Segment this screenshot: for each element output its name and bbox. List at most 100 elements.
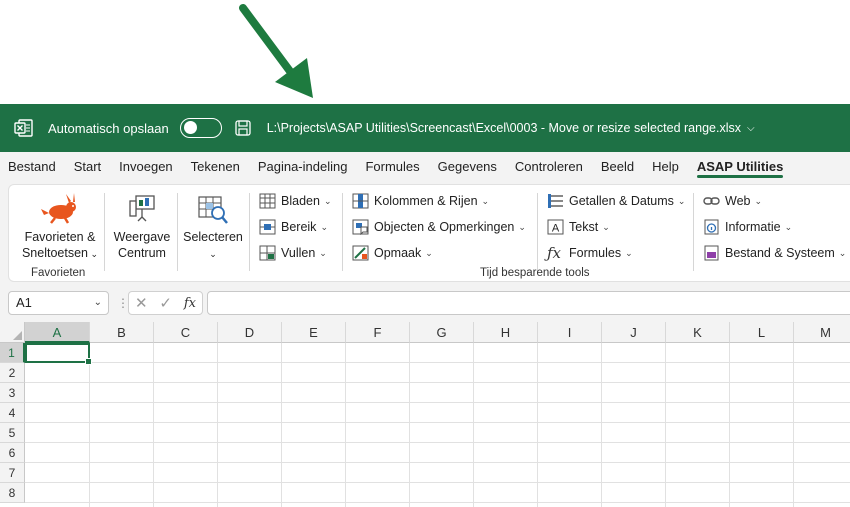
- numbers-dates-icon: [548, 194, 563, 208]
- column-header[interactable]: C: [154, 322, 218, 343]
- chevron-down-icon: ⌄: [838, 247, 847, 258]
- favorieten-sneltoetsen-button[interactable]: Favorieten & Sneltoetsen ⌄: [13, 193, 107, 262]
- file-path-dropdown[interactable]: L:\Projects\ASAP Utilities\Screencast\Ex…: [267, 121, 755, 135]
- grid-row-line: [25, 422, 850, 423]
- informatie-button[interactable]: Informatie ⌄: [703, 219, 792, 235]
- chevron-down-icon: ⌄: [602, 221, 610, 232]
- formules-button[interactable]: ƒx Formules ⌄: [547, 245, 633, 261]
- informatie-label: Informatie: [725, 220, 781, 234]
- column-header[interactable]: A: [25, 322, 90, 343]
- weergave-line1: Weergave: [113, 230, 171, 244]
- row-header[interactable]: 7: [0, 463, 25, 483]
- grid-row-line: [25, 482, 850, 483]
- name-box[interactable]: A1 ⌄: [8, 291, 109, 315]
- insert-function-icon[interactable]: fx: [184, 296, 196, 311]
- opmaak-button[interactable]: Opmaak ⌄: [352, 245, 433, 261]
- favorieten-line2: Sneltoetsen: [21, 246, 88, 260]
- tab-start[interactable]: Start: [66, 152, 111, 182]
- group-label-tools: Tijd besparende tools: [480, 267, 590, 279]
- column-header[interactable]: G: [410, 322, 474, 343]
- rabbit-icon: [41, 193, 76, 224]
- tab-beeld[interactable]: Beeld: [593, 152, 644, 182]
- chevron-down-icon: ⌄: [425, 247, 433, 258]
- objecten-opmerkingen-label: Objecten & Opmerkingen: [374, 220, 515, 234]
- columns-rows-icon: [352, 193, 369, 209]
- kolommen-rijen-button[interactable]: Kolommen & Rijen ⌄: [352, 193, 489, 209]
- column-header[interactable]: J: [602, 322, 666, 343]
- select-all-corner[interactable]: [0, 322, 25, 343]
- save-icon[interactable]: [234, 119, 252, 137]
- tab-pagina-indeling[interactable]: Pagina-indeling: [250, 152, 358, 182]
- tab-bestand[interactable]: Bestand: [0, 152, 66, 182]
- spreadsheet-grid[interactable]: ABCDEFGHIJKLM 12345678: [0, 322, 850, 507]
- getallen-datums-label: Getallen & Datums: [569, 194, 674, 208]
- chevron-down-icon[interactable]: ⌄: [94, 292, 102, 314]
- chevron-down-icon: ⌄: [319, 247, 327, 258]
- tab-controleren[interactable]: Controleren: [507, 152, 593, 182]
- group-label-favorieten: Favorieten: [31, 267, 86, 279]
- text-icon: A: [547, 219, 564, 235]
- column-header[interactable]: K: [666, 322, 730, 343]
- column-header[interactable]: D: [218, 322, 282, 343]
- tab-gegevens[interactable]: Gegevens: [430, 152, 507, 182]
- chevron-down-icon: ⌵: [746, 122, 755, 134]
- row-header[interactable]: 6: [0, 443, 25, 463]
- web-button[interactable]: Web ⌄: [703, 193, 762, 209]
- formules-label: Formules: [569, 246, 622, 260]
- objecten-opmerkingen-button[interactable]: Objecten & Opmerkingen ⌄: [352, 219, 526, 235]
- grid-row-line: [25, 362, 850, 363]
- column-header[interactable]: L: [730, 322, 794, 343]
- column-header[interactable]: B: [90, 322, 154, 343]
- row-header[interactable]: 4: [0, 403, 25, 423]
- format-icon: [352, 245, 369, 261]
- cancel-icon[interactable]: ✕: [135, 294, 148, 312]
- column-header[interactable]: H: [474, 322, 538, 343]
- row-header[interactable]: 2: [0, 363, 25, 383]
- getallen-datums-button[interactable]: Getallen & Datums ⌄: [547, 193, 685, 209]
- objects-comments-icon: [352, 219, 369, 235]
- file-path-text: L:\Projects\ASAP Utilities\Screencast\Ex…: [266, 121, 741, 135]
- grid-row-line: [25, 402, 850, 403]
- grid-row-line: [25, 462, 850, 463]
- column-header[interactable]: E: [282, 322, 346, 343]
- excel-logo-icon: [14, 119, 33, 137]
- row-header[interactable]: 5: [0, 423, 25, 443]
- vullen-button[interactable]: Vullen ⌄: [259, 245, 327, 261]
- chevron-down-icon: ⌄: [481, 195, 490, 206]
- row-header[interactable]: 1: [0, 343, 25, 363]
- column-header[interactable]: I: [538, 322, 602, 343]
- formula-buttons: ✕ ✓ fx: [128, 291, 203, 315]
- weergave-line2: Centrum: [118, 246, 166, 260]
- active-cell[interactable]: [25, 343, 92, 365]
- tab-asap-utilities[interactable]: ASAP Utilities: [689, 152, 793, 182]
- web-link-icon: [703, 197, 720, 205]
- bereik-button[interactable]: Bereik ⌄: [259, 219, 328, 235]
- tab-formules[interactable]: Formules: [357, 152, 429, 182]
- bestand-systeem-label: Bestand & Systeem: [725, 246, 835, 260]
- row-header[interactable]: 8: [0, 483, 25, 503]
- tekst-button[interactable]: A Tekst ⌄: [547, 219, 610, 235]
- presentation-board-icon: [129, 195, 155, 222]
- column-header[interactable]: M: [794, 322, 850, 343]
- weergave-centrum-button[interactable]: Weergave Centrum: [111, 193, 173, 261]
- formula-input[interactable]: [207, 291, 850, 315]
- select-magnifier-icon: [198, 196, 228, 224]
- bestand-systeem-button[interactable]: Bestand & Systeem ⌄: [703, 245, 846, 261]
- chevron-down-icon: ⌄: [320, 221, 328, 232]
- row-header[interactable]: 3: [0, 383, 25, 403]
- tab-help[interactable]: Help: [644, 152, 689, 182]
- sheets-icon: [259, 193, 276, 209]
- bladen-button[interactable]: Bladen ⌄: [259, 193, 331, 209]
- chevron-down-icon: ⌄: [209, 249, 217, 259]
- tab-tekenen[interactable]: Tekenen: [183, 152, 250, 182]
- favorieten-line1: Favorieten &: [24, 230, 96, 244]
- title-bar: Automatisch opslaan L:\Projects\ASAP Uti…: [0, 104, 850, 152]
- autosave-toggle[interactable]: [179, 118, 222, 138]
- bladen-label: Bladen: [281, 194, 320, 208]
- check-icon[interactable]: ✓: [159, 294, 172, 312]
- tab-invoegen[interactable]: Invoegen: [111, 152, 183, 182]
- chevron-down-icon: ⌄: [518, 221, 526, 232]
- grid-row-line: [25, 442, 850, 443]
- column-header[interactable]: F: [346, 322, 410, 343]
- selecteren-button[interactable]: Selecteren ⌄: [181, 193, 245, 262]
